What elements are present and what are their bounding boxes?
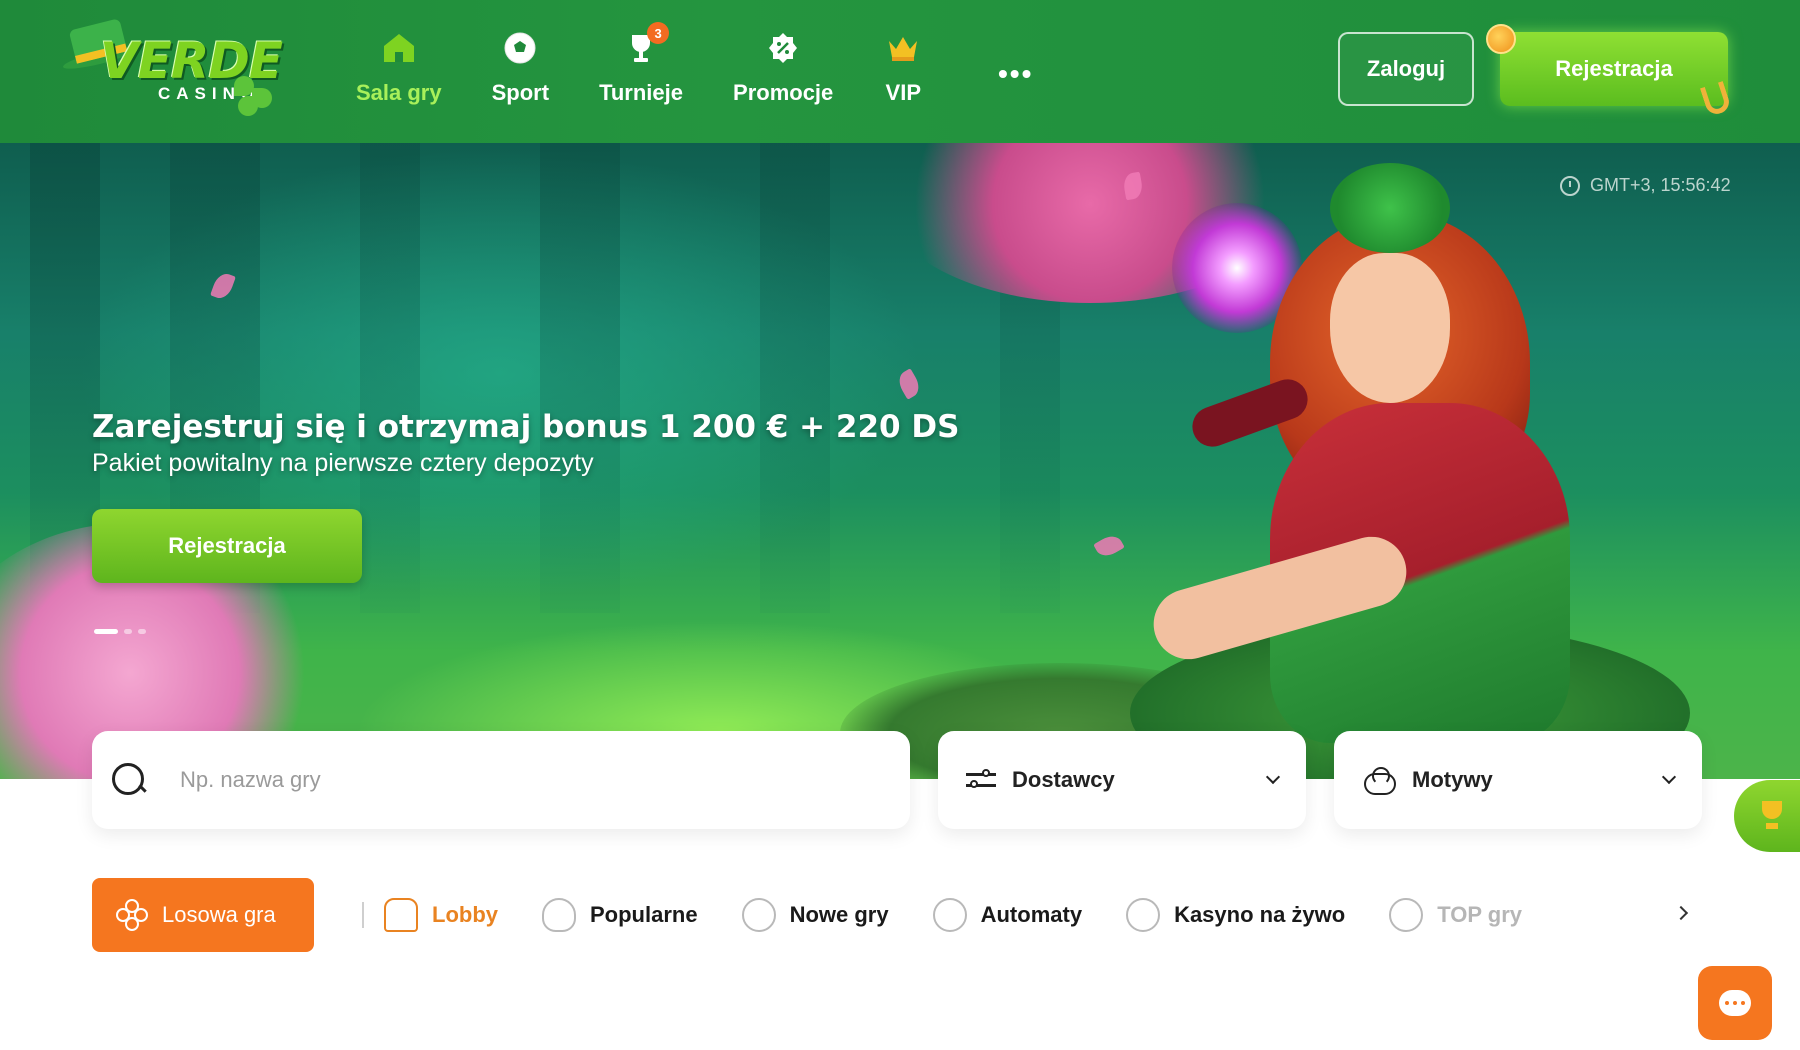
nav-label: Sala gry: [356, 80, 442, 105]
tab-popularne[interactable]: Popularne: [542, 898, 698, 932]
live-icon: [1126, 898, 1161, 932]
game-search-bar: [92, 731, 910, 829]
providers-label: Dostawcy: [1012, 767, 1115, 792]
nav-item-vip[interactable]: VIP: [883, 28, 923, 118]
filter-sliders-icon: [966, 768, 996, 792]
more-menu-icon[interactable]: •••: [998, 58, 1033, 90]
chevron-down-icon: [1265, 769, 1281, 785]
tab-kasyno-na-zywo[interactable]: Kasyno na żywo: [1126, 898, 1345, 932]
slider-dot[interactable]: [94, 629, 118, 634]
themes-label: Motywy: [1412, 767, 1493, 792]
clock-icon: [1560, 175, 1580, 196]
hero-register-button[interactable]: Rejestracja: [92, 509, 362, 583]
register-button[interactable]: Rejestracja: [1500, 32, 1728, 106]
clover-outline-icon: [1362, 767, 1396, 795]
elf-character-illustration: [1130, 143, 1710, 779]
logo-wordmark: VERDE: [100, 32, 283, 90]
tab-label: Kasyno na żywo: [1174, 902, 1346, 927]
tournaments-count-badge: 3: [647, 22, 670, 44]
house-icon: [384, 898, 418, 932]
verde-casino-logo[interactable]: VERDE CASINO: [61, 18, 292, 118]
soccer-ball-icon: [500, 28, 540, 68]
site-header: VERDE CASINO Sala gry Sport 3 Turnieje P…: [0, 0, 1800, 143]
chevron-down-icon: [1661, 769, 1677, 785]
nav-item-sport[interactable]: Sport: [492, 28, 549, 118]
clover-hat-graphic: [1330, 163, 1450, 253]
hero-subtitle: Pakiet powitalny na pierwsze cztery depo…: [92, 449, 594, 477]
percent-badge-icon: [763, 28, 803, 68]
live-chat-button[interactable]: [1698, 966, 1772, 1040]
login-button[interactable]: Zaloguj: [1338, 32, 1474, 106]
slot-machine-icon: [932, 898, 967, 932]
tab-label: TOP gry: [1437, 902, 1522, 927]
nav-item-sala-gry[interactable]: Sala gry: [356, 28, 442, 118]
chevron-right-icon[interactable]: [1673, 905, 1689, 921]
nav-label: Promocje: [733, 80, 834, 105]
podium-icon: [1389, 898, 1424, 932]
tree-trunk: [540, 143, 620, 613]
providers-dropdown[interactable]: Dostawcy: [938, 731, 1306, 829]
nav-label: Sport: [491, 80, 550, 105]
tab-label: Automaty: [980, 902, 1083, 927]
slider-dot[interactable]: [138, 629, 146, 634]
petal-graphic: [894, 368, 924, 400]
server-time-text: GMT+3, 15:56:42: [1590, 175, 1731, 195]
random-game-button[interactable]: Losowa gra: [92, 878, 314, 952]
tab-automaty[interactable]: Automaty: [932, 898, 1083, 932]
nav-label: Turnieje: [599, 80, 684, 105]
tab-label: Popularne: [590, 902, 698, 927]
server-time: GMT+3, 15:56:42: [1560, 175, 1731, 196]
character-face: [1330, 253, 1450, 403]
random-game-label: Losowa gra: [162, 902, 276, 927]
tab-top-gry[interactable]: TOP gry: [1389, 898, 1522, 932]
nav-item-turnieje[interactable]: 3 Turnieje: [599, 22, 684, 118]
clover-icon: [238, 96, 258, 116]
main-nav: Sala gry Sport 3 Turnieje Promocje VIP: [356, 22, 973, 118]
heart-icon: [542, 898, 576, 932]
hero-banner[interactable]: GMT+3, 15:56:42 Zarejestruj się i otrzym…: [0, 143, 1800, 779]
home-icon: [379, 28, 419, 68]
crown-icon: [883, 28, 923, 68]
trophy-icon: [1758, 801, 1786, 831]
clover-icon: [234, 76, 254, 96]
tree-trunk: [760, 143, 830, 613]
tournaments-side-tab[interactable]: [1734, 780, 1800, 852]
tree-trunk: [360, 143, 420, 613]
tab-label: Nowe gry: [789, 902, 889, 927]
category-tabs: Lobby Popularne Nowe gry Automaty Kasyno…: [384, 878, 1566, 952]
search-input[interactable]: [180, 767, 780, 793]
flower-icon: [116, 899, 148, 931]
nav-item-promocje[interactable]: Promocje: [733, 28, 833, 118]
search-icon: [112, 763, 146, 797]
slider-pagination: [94, 629, 152, 634]
new-badge-icon: [741, 898, 776, 932]
themes-dropdown[interactable]: Motywy: [1334, 731, 1702, 829]
chat-bubble-icon: [1719, 990, 1751, 1016]
petal-graphic: [1093, 531, 1125, 561]
coin-icon: [1486, 24, 1516, 54]
tab-lobby[interactable]: Lobby: [384, 898, 498, 932]
nav-label: VIP: [885, 80, 922, 105]
hero-title: Zarejestruj się i otrzymaj bonus 1 200 €…: [92, 409, 960, 445]
slider-dot[interactable]: [124, 629, 132, 634]
tab-label: Lobby: [432, 902, 498, 927]
category-divider: [362, 902, 364, 928]
tab-nowe-gry[interactable]: Nowe gry: [741, 898, 889, 932]
